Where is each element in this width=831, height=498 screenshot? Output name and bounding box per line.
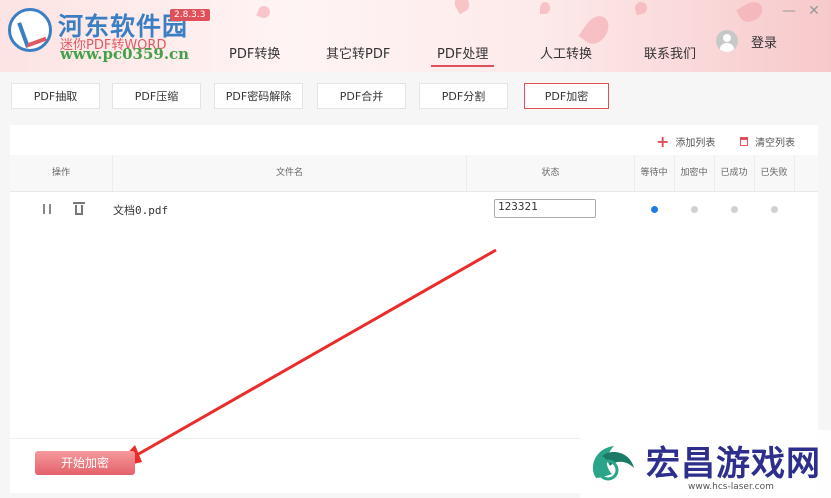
watermark-url: www.hcs-laser.com xyxy=(688,482,774,492)
arrow-annotation xyxy=(112,248,497,469)
watermark: 宏昌游戏网 www.hcs-laser.com xyxy=(580,430,831,498)
watermark-text: 宏昌游戏网 xyxy=(646,444,821,484)
start-encrypt-button[interactable]: 开始加密 xyxy=(35,451,135,475)
watermark-logo-icon xyxy=(592,446,634,481)
